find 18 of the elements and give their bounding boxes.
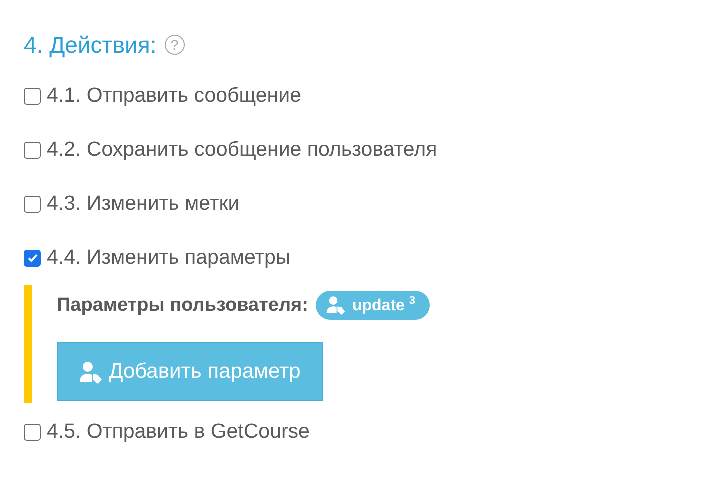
checkmark-icon — [26, 252, 38, 264]
action-label: 4.3. Изменить метки — [47, 192, 240, 216]
user-tag-icon — [326, 295, 346, 316]
checkbox[interactable] — [24, 250, 41, 266]
action-label: 4.5. Отправить в GetCourse — [47, 420, 310, 444]
add-parameter-button[interactable]: Добавить параметр — [57, 342, 323, 402]
params-label: Параметры пользователя: — [57, 294, 308, 317]
user-tag-icon — [79, 360, 103, 384]
help-icon[interactable]: ? — [164, 35, 185, 55]
section-title: 4. Действия: — [24, 32, 157, 58]
action-label: 4.2. Сохранить сообщение пользователя — [47, 138, 438, 162]
action-label: 4.1. Отправить сообщение — [47, 84, 302, 108]
checkbox[interactable] — [24, 196, 41, 212]
checkbox[interactable] — [24, 88, 41, 104]
checkbox[interactable] — [24, 424, 41, 441]
checkbox[interactable] — [24, 142, 41, 158]
update-badge[interactable]: update $^{3}$ — [316, 291, 430, 320]
action-label: 4.4. Изменить параметры — [47, 246, 291, 270]
